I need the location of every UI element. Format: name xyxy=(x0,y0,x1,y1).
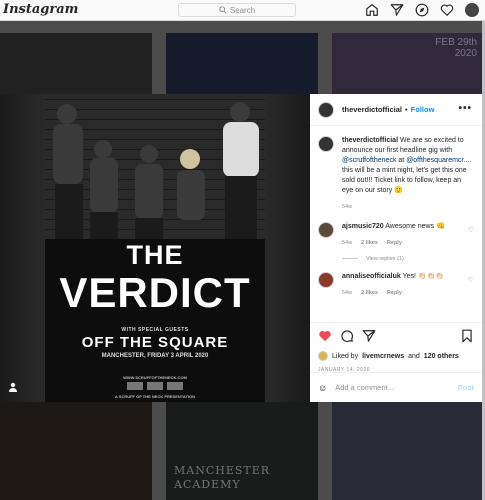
user-tag-icon[interactable] xyxy=(8,382,18,392)
liked-by-others[interactable]: 120 others xyxy=(424,353,459,360)
caption-age[interactable]: 54w xyxy=(342,202,352,212)
liked-by: Liked by livemcrnews and 120 others xyxy=(318,351,474,361)
home-icon[interactable] xyxy=(365,3,379,17)
comment-likes[interactable]: 2 likes xyxy=(361,288,378,298)
profile-avatar[interactable] xyxy=(465,3,479,17)
post-side-panel: theverdictofficial • Follow ••• theverdi… xyxy=(310,94,482,402)
liker-avatar[interactable] xyxy=(318,351,328,361)
separator-dot: • xyxy=(405,105,408,114)
poster-support-act: OFF THE SQUARE xyxy=(81,334,229,351)
share-icon[interactable] xyxy=(362,329,376,343)
liked-by-prefix: Liked by xyxy=(332,352,359,360)
follow-button[interactable]: Follow xyxy=(411,105,435,114)
view-replies-button[interactable]: View replies (1) xyxy=(342,256,474,262)
add-comment-bar: ☺ Post xyxy=(310,372,482,402)
post-media[interactable]: THE VERDICT WITH SPECIAL GUESTS OFF THE … xyxy=(0,94,310,402)
top-nav-bar: Instagram Search xyxy=(0,0,485,21)
comment-text: Awesome news 👊 xyxy=(385,223,445,230)
author-username[interactable]: theverdictofficial xyxy=(342,105,402,114)
mention-link[interactable]: @offthesquaremcr xyxy=(406,157,463,164)
reply-button[interactable]: Reply xyxy=(387,238,402,248)
liked-by-and: and xyxy=(408,352,420,360)
author-avatar[interactable] xyxy=(318,136,334,152)
caption: theverdictofficial We are so excited to … xyxy=(318,136,474,212)
poster-sponsor-logos xyxy=(115,382,195,392)
post-actions: Liked by livemcrnews and 120 others JANU… xyxy=(310,322,482,373)
liked-by-username[interactable]: livemcrnews xyxy=(362,353,404,360)
mention-link[interactable]: @scruffoftheneck xyxy=(342,157,396,164)
comment-item: annaliseofficialuk Yes! 👏🏻👏🏻👏🏻 54w 2 lik… xyxy=(318,272,474,298)
direct-icon[interactable] xyxy=(390,3,404,17)
caption-text: at xyxy=(396,157,407,164)
comment-icon[interactable] xyxy=(340,329,354,343)
save-bookmark-icon[interactable] xyxy=(460,329,474,343)
commenter-username[interactable]: ajsmusic720 xyxy=(342,223,384,230)
comments-list: theverdictofficial We are so excited to … xyxy=(310,130,482,298)
activity-heart-icon[interactable] xyxy=(440,3,454,17)
commenter-username[interactable]: annaliseofficialuk xyxy=(342,273,401,280)
caption-username[interactable]: theverdictofficial xyxy=(342,137,398,144)
comment-item: ajsmusic720 Awesome news 👊 54w 2 likes R… xyxy=(318,222,474,248)
poster-date: MANCHESTER, FRIDAY 3 APRIL 2020 xyxy=(101,353,209,359)
commenter-avatar[interactable] xyxy=(318,272,334,288)
comment-age[interactable]: 54w xyxy=(342,288,352,298)
comment-likes[interactable]: 2 likes xyxy=(361,238,378,248)
comment-like-heart-icon[interactable]: ♡ xyxy=(468,276,474,284)
author-avatar[interactable] xyxy=(318,101,334,118)
more-options-icon[interactable]: ••• xyxy=(458,103,472,114)
search-placeholder: Search xyxy=(229,5,256,15)
like-heart-icon[interactable] xyxy=(318,329,332,343)
nav-icons xyxy=(365,3,479,17)
poster-url: WWW.SCRUFFOFTHENECK.COM xyxy=(123,375,187,380)
comment-text: Yes! 👏🏻👏🏻👏🏻 xyxy=(402,273,445,280)
band-photo xyxy=(53,102,259,239)
emoji-icon[interactable]: ☺ xyxy=(318,383,327,393)
comment-like-heart-icon[interactable]: ♡ xyxy=(468,226,474,234)
post-header: theverdictofficial • Follow ••• xyxy=(310,94,482,126)
poster-title-verdict: VERDICT xyxy=(59,269,251,316)
comment-age[interactable]: 54w xyxy=(342,238,352,248)
comment-input[interactable] xyxy=(335,383,450,392)
reply-button[interactable]: Reply xyxy=(387,288,402,298)
instagram-logo[interactable]: Instagram xyxy=(3,2,78,17)
search-box[interactable]: Search xyxy=(178,3,296,17)
blurred-edge xyxy=(0,94,45,402)
poster-presenter: A SCRUFF OF THE NECK PRESENTATION xyxy=(114,394,196,399)
blurred-edge xyxy=(265,94,310,402)
commenter-avatar[interactable] xyxy=(318,222,334,238)
search-icon xyxy=(219,6,227,14)
poster-title-the: THE xyxy=(126,240,184,270)
explore-icon[interactable] xyxy=(415,3,429,17)
poster-guests-label: WITH SPECIAL GUESTS xyxy=(121,327,189,333)
gig-poster: THE VERDICT WITH SPECIAL GUESTS OFF THE … xyxy=(45,94,265,402)
post-comment-button[interactable]: Post xyxy=(458,383,474,392)
